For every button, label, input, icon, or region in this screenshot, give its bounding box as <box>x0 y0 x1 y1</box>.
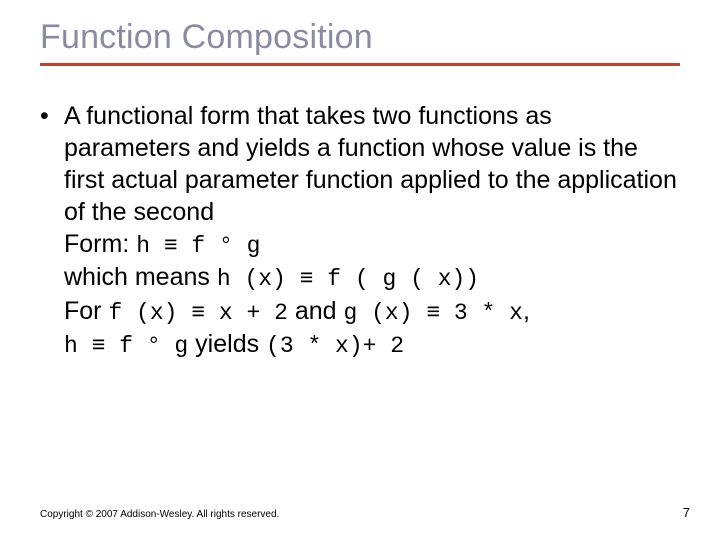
for-label: For <box>64 297 108 325</box>
bullet-text: A functional form that takes two functio… <box>64 100 680 362</box>
yields-right-expression: (3 * x)+ 2 <box>266 333 404 359</box>
trailing-comma: , <box>523 297 530 325</box>
bullet-item: • A functional form that takes two funct… <box>64 100 680 362</box>
page-number: 7 <box>683 505 690 520</box>
and-label: and <box>288 297 344 325</box>
copyright-footer: Copyright © 2007 Addison-Wesley. All rig… <box>40 509 279 520</box>
which-means-expression: h (x) ≡ f ( g ( x)) <box>217 266 479 292</box>
for-g-expression: g (x) ≡ 3 * x <box>344 300 523 326</box>
slide-title: Function Composition <box>40 18 680 57</box>
bullet-paragraph: A functional form that takes two functio… <box>64 102 677 226</box>
yields-label: yields <box>188 330 266 358</box>
for-f-expression: f (x) ≡ x + 2 <box>108 300 287 326</box>
form-expression: h ≡ f ° g <box>136 233 260 259</box>
bullet-dot: • <box>40 100 64 132</box>
which-means-label: which means <box>64 263 217 291</box>
title-rule <box>40 63 680 66</box>
slide-body: • A functional form that takes two funct… <box>40 100 680 362</box>
slide: Function Composition • A functional form… <box>0 0 720 540</box>
form-label: Form: <box>64 230 136 258</box>
yields-left-expression: h ≡ f ° g <box>64 333 188 359</box>
